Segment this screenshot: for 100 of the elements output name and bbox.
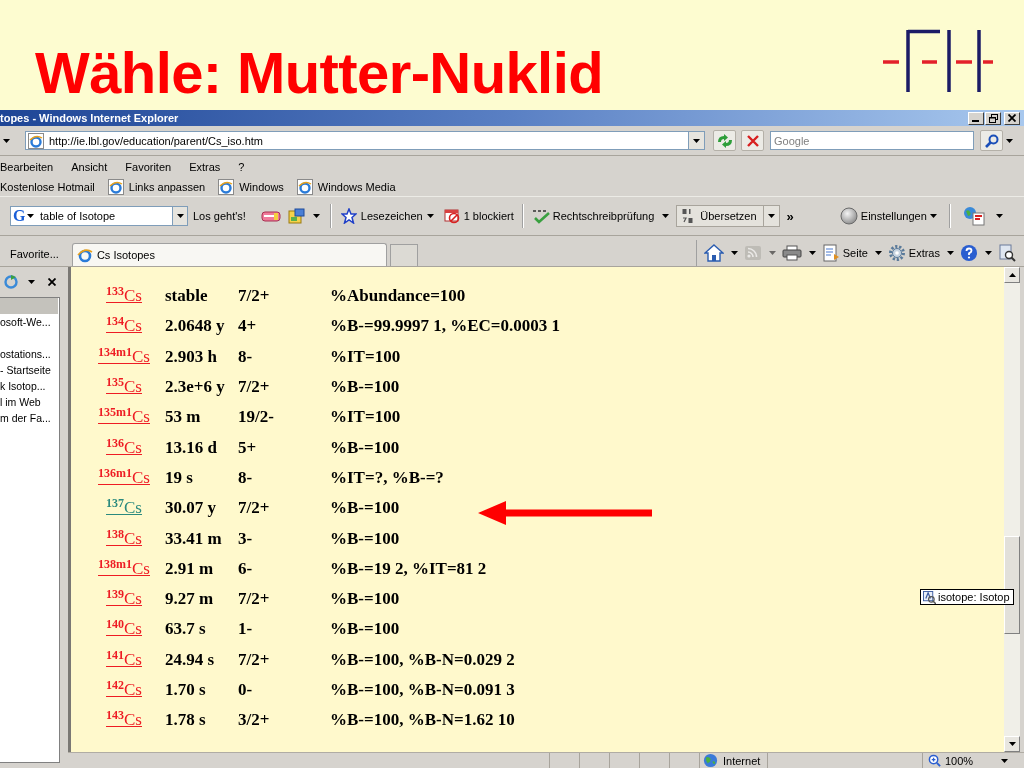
more-button[interactable]: » [786, 206, 794, 226]
zoom-button[interactable]: 100% [923, 753, 995, 768]
popup-blocker-button[interactable]: 1 blockiert [443, 205, 514, 227]
stop-button[interactable] [741, 130, 764, 151]
sphere-icon [839, 207, 858, 225]
tools-button[interactable]: Extras [887, 242, 954, 264]
lookup-icon [923, 590, 936, 604]
form-button[interactable] [285, 205, 308, 227]
link-item[interactable]: Windows Media [296, 178, 396, 195]
bookmarks-button[interactable]: Lesezeichen [340, 205, 434, 227]
spin-parity: 0- [238, 680, 253, 700]
restore-icon [988, 113, 998, 123]
link-item[interactable]: Links anpassen [107, 178, 206, 195]
spin-parity: 6- [238, 558, 253, 579]
search-history-button[interactable] [172, 206, 188, 226]
globe-document-button[interactable] [961, 205, 986, 227]
settings-button[interactable]: Einstellungen [839, 205, 937, 227]
scroll-up-button[interactable] [1004, 267, 1020, 283]
link-item[interactable]: Kostenlose Hotmail [0, 180, 95, 193]
decay-mode: %B-=100, %B-N=0.029 2 [330, 649, 515, 670]
spin-parity: 7/2+ [238, 649, 270, 670]
spin-parity: 4+ [238, 316, 257, 337]
menu-item[interactable]: Ansicht [71, 160, 108, 173]
decay-mode: %B-=100, %B-N=1.62 10 [330, 710, 515, 731]
decay-mode: %IT=100 [330, 407, 401, 428]
menu-item[interactable]: Extras [189, 160, 221, 173]
nuclide-link[interactable]: $^{135}$Cs [106, 377, 142, 398]
help-button[interactable] [960, 242, 992, 264]
half-life: 63.7 s [165, 619, 206, 640]
nuclide-link[interactable]: $^{138}$Cs [106, 528, 142, 549]
page-icon [296, 178, 313, 195]
nuclide-link[interactable]: $^{134}$Cs [106, 316, 142, 337]
home-icon [703, 244, 724, 262]
page-button[interactable]: Seite [821, 242, 882, 264]
half-life: 24.94 s [165, 649, 215, 670]
close-button[interactable] [1004, 111, 1020, 125]
refresh-button[interactable] [713, 130, 736, 151]
caret-icon[interactable] [995, 214, 1003, 218]
caret-icon [874, 251, 882, 255]
nuclide-link[interactable]: $^{133}$Cs [106, 286, 142, 307]
go-button[interactable]: Los geht's! [193, 206, 246, 226]
home-button[interactable] [703, 242, 738, 264]
close-icon[interactable] [48, 278, 56, 286]
menu-item[interactable]: Favoriten [125, 160, 172, 173]
nuclide-link[interactable]: $^{143}$Cs [106, 710, 142, 731]
nuclide-link[interactable]: $^{141}$Cs [106, 649, 142, 670]
nuclide-link[interactable]: $^{138m1}$Cs [98, 558, 150, 579]
menu-item[interactable]: Bearbeiten [0, 160, 54, 173]
link-item[interactable]: Windows [218, 178, 284, 195]
favorites-item[interactable]: m der Fa... [0, 410, 51, 426]
spin-parity: 8- [238, 346, 253, 367]
translate-button[interactable]: Übersetzen [676, 205, 764, 227]
nuclide-link[interactable]: $^{140}$Cs [106, 619, 142, 640]
decay-mode: %IT=?, %B-=? [330, 467, 444, 488]
half-life: 33.41 m [165, 528, 222, 549]
caret-icon [426, 214, 434, 218]
scroll-down-button[interactable] [1004, 736, 1020, 752]
printer-icon [781, 245, 802, 261]
favorites-item[interactable]: osoft-We... [0, 314, 51, 330]
search-engine-button[interactable]: G [10, 206, 38, 226]
form-icon [287, 208, 306, 224]
toolbar-search-field[interactable]: table of Isotope [38, 206, 172, 226]
spellcheck-button[interactable]: Rechtschreibprüfung [531, 205, 655, 227]
half-life: 53 m [165, 407, 201, 428]
nuclide-link[interactable]: $^{135m1}$Cs [98, 407, 150, 428]
favorites-button[interactable]: Favorite... [6, 242, 63, 265]
search-icon [984, 133, 999, 148]
browser-tab[interactable]: Cs Isotopes [71, 243, 387, 266]
search-field[interactable]: Google [770, 131, 974, 150]
favorites-item[interactable]: k Isotop... [0, 378, 46, 394]
favorites-item[interactable]: - Startseite [0, 362, 51, 378]
nuclide-link[interactable]: $^{136m1}$Cs [98, 467, 150, 488]
decay-mode: %B-=100 [330, 619, 400, 640]
caret-icon [985, 251, 992, 255]
restore-button[interactable] [985, 111, 1001, 125]
document-search-icon [998, 244, 1016, 262]
caret-icon[interactable] [28, 280, 35, 284]
minimize-button[interactable] [968, 111, 984, 125]
print-button[interactable] [781, 242, 816, 264]
caret-icon[interactable] [1001, 758, 1008, 763]
research-button[interactable] [998, 242, 1016, 264]
page-icon [218, 178, 235, 195]
address-dropdown-button[interactable] [688, 131, 705, 150]
favorites-item[interactable]: ostations... [0, 346, 51, 362]
caret-icon[interactable] [3, 138, 10, 143]
nuclide-link[interactable]: $^{139}$Cs [106, 589, 142, 610]
caret-icon[interactable] [662, 214, 670, 218]
caret-icon[interactable] [312, 214, 320, 218]
logo-icon [882, 28, 994, 94]
address-field[interactable]: http://ie.lbl.gov/education/parent/Cs_iso.htm [25, 131, 688, 150]
menu-item[interactable]: ? [238, 160, 245, 173]
decay-mode: %B-=100 [330, 589, 400, 610]
nuclide-link[interactable]: $^{134m1}$Cs [98, 346, 150, 367]
nuclide-link[interactable]: $^{137}$Cs [106, 498, 142, 519]
search-button[interactable] [980, 130, 1003, 151]
globe-icon [703, 753, 718, 768]
favorites-item[interactable]: l im Web [0, 394, 41, 410]
decay-mode: %B-=100 [330, 437, 400, 458]
nuclide-link[interactable]: $^{136}$Cs [106, 437, 142, 458]
nuclide-link[interactable]: $^{142}$Cs [106, 680, 142, 700]
